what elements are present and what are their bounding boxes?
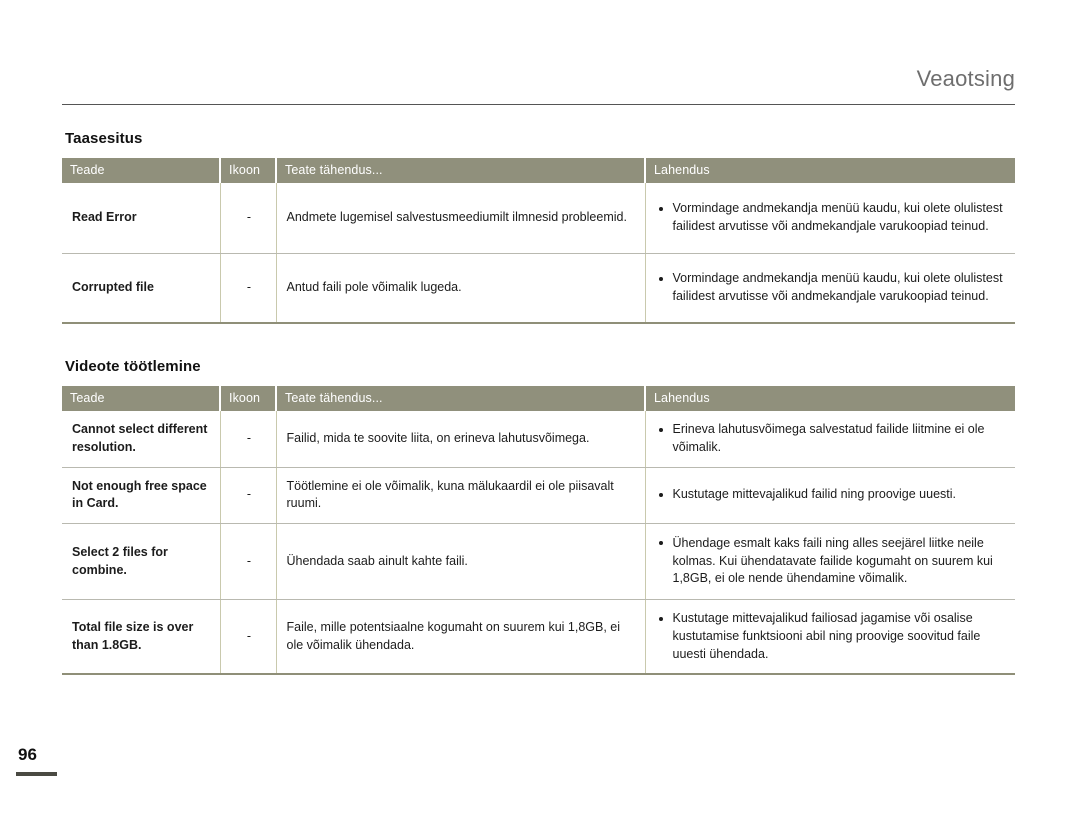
column-header-meaning: Teate tähendus...: [276, 386, 646, 411]
bullet-icon: [658, 492, 663, 497]
table-row: Cannot select different resolution. - Fa…: [62, 411, 1015, 468]
table-header-row: Teade Ikoon Teate tähendus... Lahendus: [62, 158, 1015, 183]
table-head: Teade Ikoon Teate tähendus... Lahendus: [62, 158, 1015, 183]
list-item: Ühendage esmalt kaks faili ning alles se…: [656, 535, 1008, 588]
column-header-solution: Lahendus: [645, 158, 1015, 183]
cell-meaning: Andmete lugemisel salvestusmeediumilt il…: [276, 183, 646, 254]
page-number: 96: [18, 745, 37, 764]
solution-text: Ühendage esmalt kaks faili ning alles se…: [672, 535, 993, 586]
table-body: Cannot select different resolution. - Fa…: [62, 411, 1015, 676]
running-head: Veaotsing: [916, 66, 1015, 91]
cell-solution: Vormindage andmekandja menüü kaudu, kui …: [645, 253, 1015, 324]
column-header-icon: Ikoon: [220, 158, 277, 183]
cell-message: Read Error: [62, 183, 221, 254]
bullet-icon: [658, 276, 663, 281]
list-item: Vormindage andmekandja menüü kaudu, kui …: [656, 270, 1008, 306]
table-row: Corrupted file - Antud faili pole võimal…: [62, 253, 1015, 324]
cell-icon: -: [220, 411, 277, 468]
table-row: Read Error - Andmete lugemisel salvestus…: [62, 183, 1015, 254]
cell-solution: Ühendage esmalt kaks faili ning alles se…: [645, 523, 1015, 600]
table-row: Total file size is over than 1.8GB. - Fa…: [62, 599, 1015, 676]
playback-messages-table: Teade Ikoon Teate tähendus... Lahendus R…: [62, 158, 1015, 324]
column-header-message: Teade: [62, 386, 221, 411]
table-body: Read Error - Andmete lugemisel salvestus…: [62, 183, 1015, 324]
section-title-playback: Taasesitus: [65, 130, 143, 147]
cell-solution: Vormindage andmekandja menüü kaudu, kui …: [645, 183, 1015, 254]
cell-message: Cannot select different resolution.: [62, 411, 221, 468]
bullet-icon: [658, 206, 663, 211]
section-title-video-editing: Videote töötlemine: [65, 358, 201, 375]
cell-solution: Kustutage mittevajalikud failid ning pro…: [645, 467, 1015, 524]
column-header-message: Teade: [62, 158, 221, 183]
solution-list: Vormindage andmekandja menüü kaudu, kui …: [656, 270, 1008, 306]
cell-icon: -: [220, 253, 277, 324]
solution-text: Kustutage mittevajalikud failid ning pro…: [672, 487, 957, 502]
cell-message: Select 2 files for combine.: [62, 523, 221, 600]
list-item: Vormindage andmekandja menüü kaudu, kui …: [656, 200, 1008, 236]
video-editing-messages-table: Teade Ikoon Teate tähendus... Lahendus C…: [62, 386, 1015, 676]
table-header-row: Teade Ikoon Teate tähendus... Lahendus: [62, 386, 1015, 411]
cell-solution: Erineva lahutusvõimega salvestatud faili…: [645, 411, 1015, 468]
table-row: Not enough free space in Card. - Töötlem…: [62, 467, 1015, 524]
bullet-icon: [658, 427, 663, 432]
solution-text: Vormindage andmekandja menüü kaudu, kui …: [672, 271, 1003, 303]
cell-icon: -: [220, 467, 277, 524]
header-rule: [62, 104, 1015, 105]
column-header-meaning: Teate tähendus...: [276, 158, 646, 183]
solution-list: Kustutage mittevajalikud failid ning pro…: [656, 486, 1008, 504]
solution-text: Erineva lahutusvõimega salvestatud faili…: [672, 422, 985, 454]
cell-meaning: Failid, mida te soovite liita, on erinev…: [276, 411, 646, 468]
cell-meaning: Ühendada saab ainult kahte faili.: [276, 523, 646, 600]
column-header-solution: Lahendus: [645, 386, 1015, 411]
solution-list: Ühendage esmalt kaks faili ning alles se…: [656, 535, 1008, 588]
cell-icon: -: [220, 183, 277, 254]
cell-meaning: Faile, mille potentsiaalne kogumaht on s…: [276, 599, 646, 676]
table-row: Select 2 files for combine. - Ühendada s…: [62, 523, 1015, 600]
column-header-icon: Ikoon: [220, 386, 277, 411]
solution-text: Kustutage mittevajalikud failiosad jagam…: [672, 611, 981, 661]
cell-message: Not enough free space in Card.: [62, 467, 221, 524]
cell-meaning: Töötlemine ei ole võimalik, kuna mälukaa…: [276, 467, 646, 524]
bullet-icon: [658, 616, 663, 621]
solution-text: Vormindage andmekandja menüü kaudu, kui …: [672, 201, 1003, 233]
solution-list: Kustutage mittevajalikud failiosad jagam…: [656, 610, 1008, 663]
cell-solution: Kustutage mittevajalikud failiosad jagam…: [645, 599, 1015, 676]
solution-list: Vormindage andmekandja menüü kaudu, kui …: [656, 200, 1008, 236]
cell-icon: -: [220, 523, 277, 600]
cell-meaning: Antud faili pole võimalik lugeda.: [276, 253, 646, 324]
manual-page: Veaotsing Taasesitus Teade Ikoon Teate t…: [0, 0, 1080, 827]
table-head: Teade Ikoon Teate tähendus... Lahendus: [62, 386, 1015, 411]
cell-message: Total file size is over than 1.8GB.: [62, 599, 221, 676]
solution-list: Erineva lahutusvõimega salvestatud faili…: [656, 421, 1008, 457]
bullet-icon: [658, 541, 663, 546]
page-number-rule: [16, 772, 57, 776]
list-item: Kustutage mittevajalikud failid ning pro…: [656, 486, 1008, 504]
cell-icon: -: [220, 599, 277, 676]
list-item: Erineva lahutusvõimega salvestatud faili…: [656, 421, 1008, 457]
list-item: Kustutage mittevajalikud failiosad jagam…: [656, 610, 1008, 663]
cell-message: Corrupted file: [62, 253, 221, 324]
